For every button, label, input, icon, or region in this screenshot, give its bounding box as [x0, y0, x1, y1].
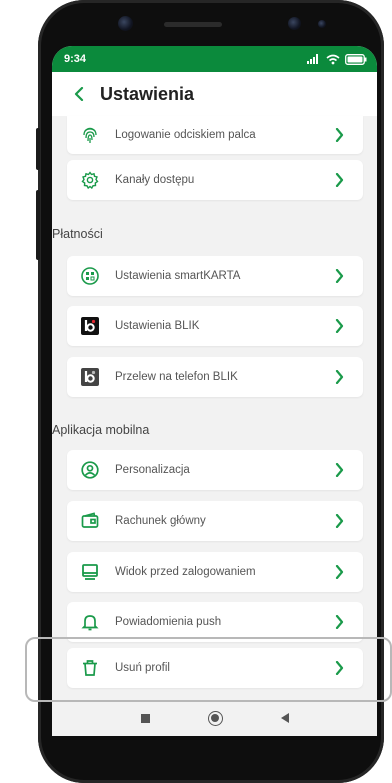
chevron-right-icon: [329, 460, 349, 480]
item-blik-phone-transfer[interactable]: Przelew na telefon BLIK: [67, 357, 363, 397]
item-label: Ustawienia smartKARTA: [115, 270, 241, 282]
monitor-icon: [79, 561, 101, 583]
item-label: Kanały dostępu: [115, 174, 195, 186]
bell-icon: [79, 611, 101, 633]
section-title-payments: Płatności: [52, 227, 103, 241]
wallet-icon: [79, 510, 101, 532]
settings-list: Logowanie odciskiem palca Kanały dostępu…: [52, 0, 377, 700]
highlight-frame: [25, 637, 392, 702]
chevron-right-icon: [329, 266, 349, 286]
fingerprint-icon: [79, 124, 101, 146]
item-label: Przelew na telefon BLIK: [115, 371, 238, 383]
power-button: [36, 190, 40, 260]
item-main-account[interactable]: Rachunek główny: [67, 501, 363, 541]
circle-icon[interactable]: [207, 710, 223, 726]
user-circle-icon: [79, 459, 101, 481]
item-pre-login-view[interactable]: Widok przed zalogowaniem: [67, 552, 363, 592]
gear-icon: [79, 169, 101, 191]
item-label: Rachunek główny: [115, 515, 206, 527]
volume-button: [36, 128, 40, 170]
chevron-right-icon: [329, 170, 349, 190]
chevron-right-icon: [329, 367, 349, 387]
chevron-right-icon: [329, 612, 349, 632]
item-label: Powiadomienia push: [115, 616, 222, 628]
item-label: Widok przed zalogowaniem: [115, 566, 256, 578]
item-fingerprint-login[interactable]: Logowanie odciskiem palca: [67, 116, 363, 154]
system-nav-bar: [52, 700, 377, 736]
blik-transfer-icon: [79, 366, 101, 388]
chevron-right-icon: [329, 562, 349, 582]
item-label: Personalizacja: [115, 464, 190, 476]
blik-icon: [79, 315, 101, 337]
smartkarta-icon: [79, 265, 101, 287]
item-access-channels[interactable]: Kanały dostępu: [67, 160, 363, 200]
item-label: Logowanie odciskiem palca: [115, 129, 256, 141]
item-personalization[interactable]: Personalizacja: [67, 450, 363, 490]
item-blik-settings[interactable]: Ustawienia BLIK: [67, 306, 363, 346]
square-icon[interactable]: [140, 713, 150, 723]
item-smartkarta-settings[interactable]: Ustawienia smartKARTA: [67, 256, 363, 296]
chevron-right-icon: [329, 125, 349, 145]
chevron-right-icon: [329, 316, 349, 336]
item-label: Ustawienia BLIK: [115, 320, 200, 332]
triangle-back-icon[interactable]: [280, 713, 289, 723]
section-title-mobile-app: Aplikacja mobilna: [52, 423, 150, 437]
chevron-right-icon: [329, 511, 349, 531]
item-push-notifications[interactable]: Powiadomienia push: [67, 602, 363, 642]
